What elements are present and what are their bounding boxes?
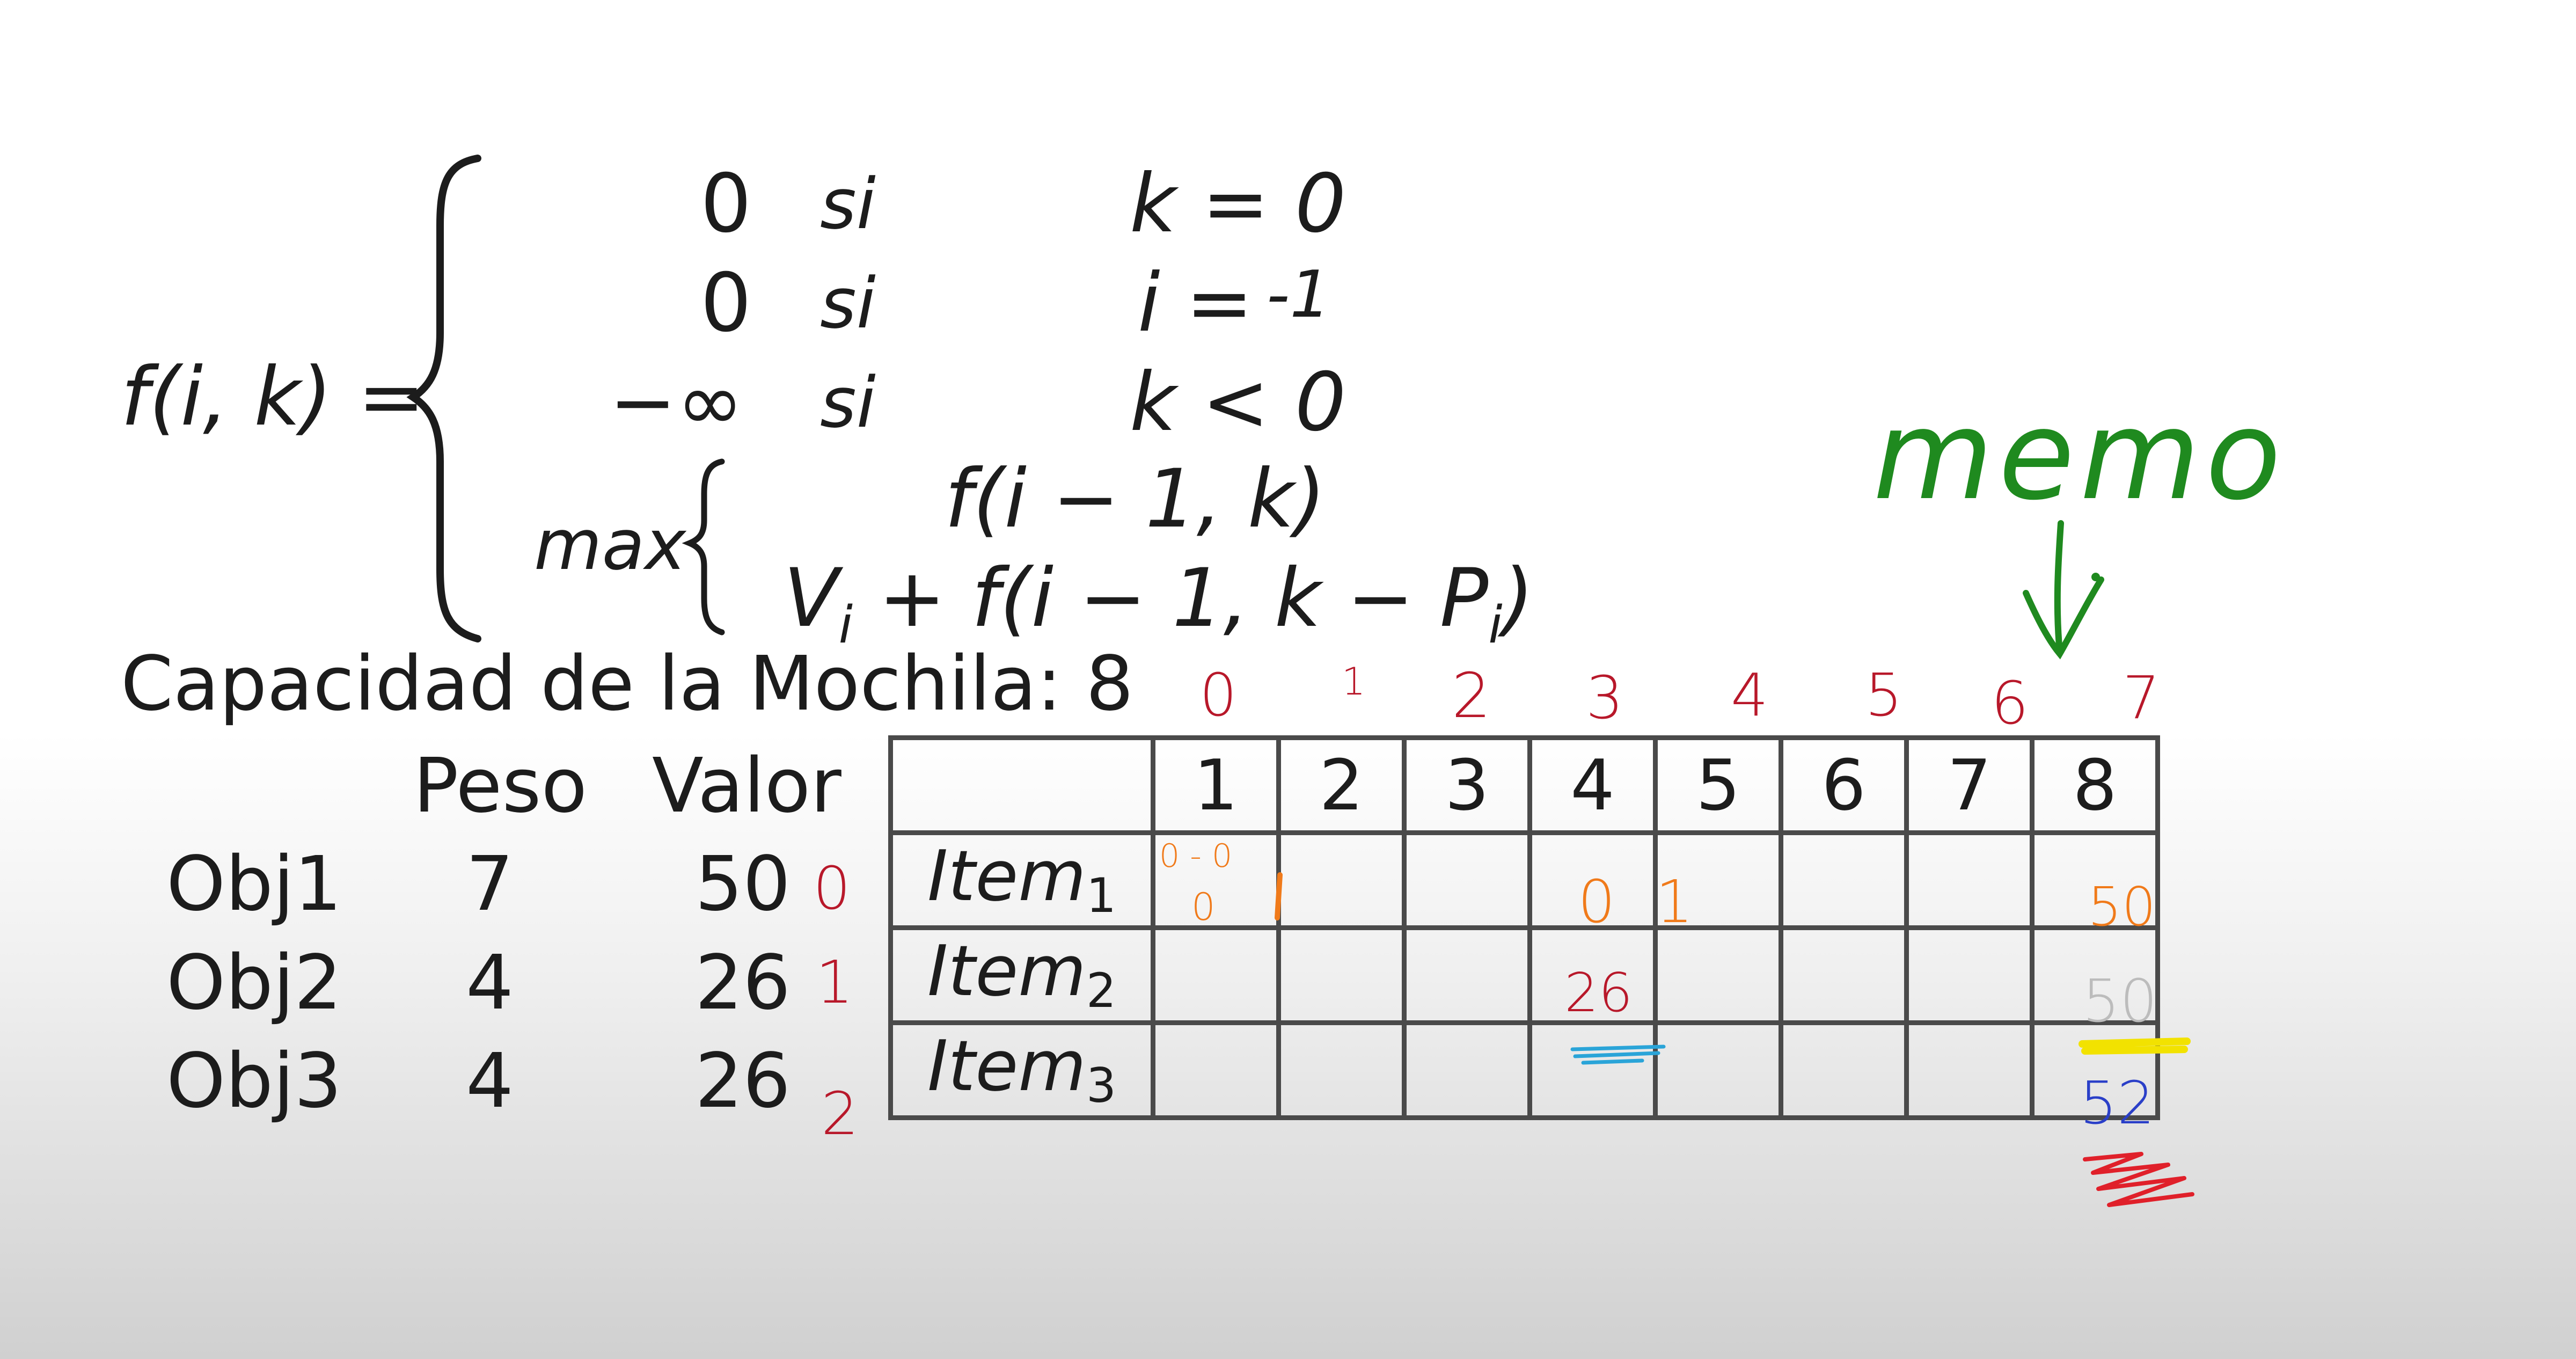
scribble-marks [1570, 1037, 2194, 1207]
